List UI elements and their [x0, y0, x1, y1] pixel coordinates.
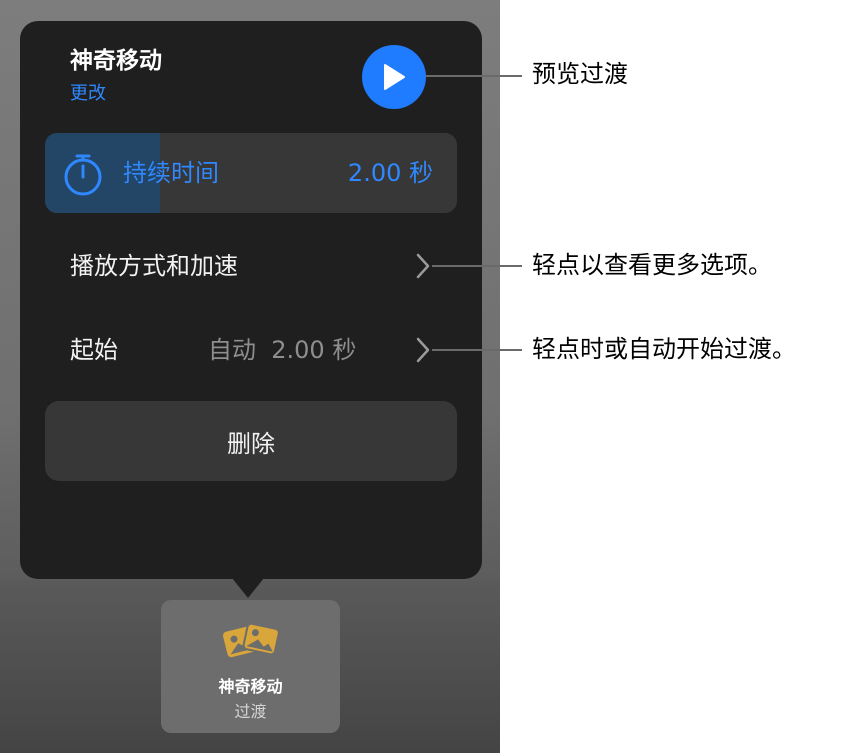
callout-line-options: [432, 265, 522, 267]
playback-acceleration-row[interactable]: 播放方式和加速: [70, 250, 238, 282]
duration-slider[interactable]: 持续时间 2.00 秒: [45, 133, 457, 213]
tile-title: 神奇移动: [218, 677, 283, 696]
start-row-value: 自动 2.00 秒: [208, 336, 357, 364]
popover-arrow: [232, 578, 264, 598]
delete-button[interactable]: 删除: [45, 401, 457, 481]
transition-tile[interactable]: 神奇移动 过渡: [161, 600, 340, 733]
callout-line-preview: [426, 75, 522, 77]
duration-value: 2.00 秒: [347, 159, 433, 187]
callout-line-start: [432, 349, 522, 351]
callout-start-transition: 轻点时或自动开始过渡。: [532, 335, 796, 363]
play-icon: [384, 64, 405, 90]
stopwatch-icon: [64, 154, 102, 196]
duration-label: 持续时间: [123, 159, 219, 187]
callout-more-options: 轻点以查看更多选项。: [532, 251, 772, 279]
transition-title: 神奇移动: [70, 48, 162, 74]
photos-transition-icon: [222, 622, 280, 658]
change-link[interactable]: 更改: [70, 82, 106, 106]
chevron-right-icon[interactable]: [415, 337, 431, 363]
callout-preview: 预览过渡: [532, 60, 628, 88]
preview-play-button[interactable]: [362, 45, 426, 109]
chevron-right-icon[interactable]: [415, 253, 431, 279]
tile-subtitle: 过渡: [234, 702, 267, 721]
start-row-label[interactable]: 起始: [70, 334, 118, 366]
